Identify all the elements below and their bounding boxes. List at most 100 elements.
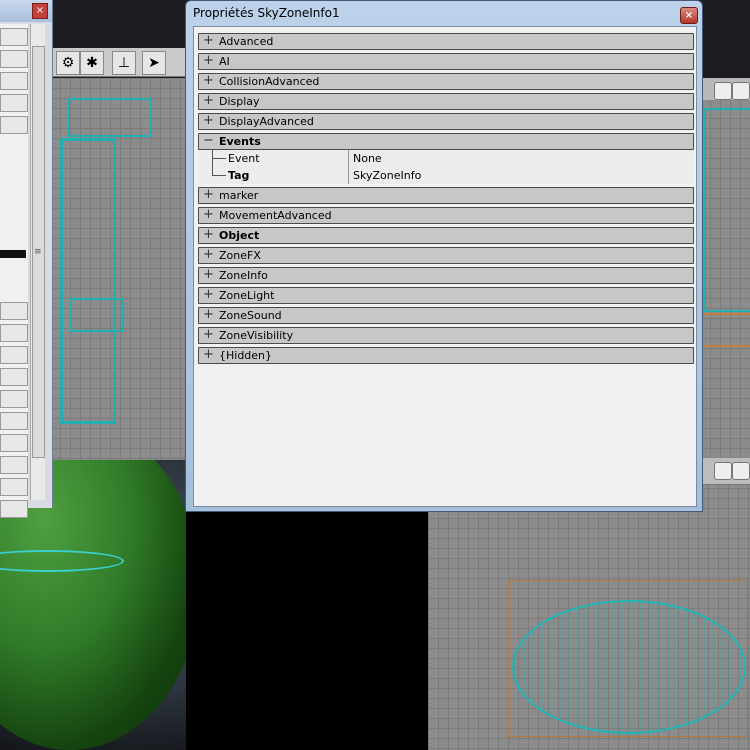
expand-icon[interactable]: + <box>203 54 214 67</box>
side-viewport[interactable] <box>700 78 750 458</box>
list-item[interactable] <box>0 302 28 320</box>
left-panel-scrollbar[interactable]: ≡ <box>30 24 45 500</box>
expand-icon[interactable]: + <box>203 328 214 341</box>
expand-icon[interactable]: + <box>203 208 214 221</box>
properties-window: Propriétés SkyZoneInfo1 × + Advanced + AI + C… <box>185 0 703 512</box>
tree-line <box>212 175 226 176</box>
wireframe-structure <box>700 313 750 347</box>
list-item[interactable] <box>0 368 28 386</box>
property-value[interactable]: None <box>348 150 382 167</box>
expand-icon[interactable]: + <box>203 248 214 261</box>
property-row[interactable]: Event None <box>198 150 694 167</box>
property-category-label: {Hidden} <box>219 349 273 362</box>
property-value[interactable]: SkyZoneInfo <box>348 167 421 184</box>
left-tool-panel: × ≡ <box>0 0 53 518</box>
view-cube-icon[interactable] <box>714 462 732 480</box>
list-item[interactable] <box>0 390 28 408</box>
property-category-zonefx[interactable]: + ZoneFX <box>198 247 694 264</box>
property-category-label: Display <box>219 95 260 108</box>
list-item[interactable] <box>0 478 28 496</box>
property-category-label: ZoneLight <box>219 289 275 302</box>
property-category-label: Object <box>219 229 260 242</box>
property-category-collisionadvanced[interactable]: + CollisionAdvanced <box>198 73 694 90</box>
property-category-label: ZoneSound <box>219 309 282 322</box>
joystick-icon[interactable]: ⊥ <box>112 51 136 75</box>
separator-bar <box>0 250 26 258</box>
property-list: + Advanced + AI + CollisionAdvanced + Display + D… <box>198 30 694 364</box>
expand-icon[interactable]: + <box>203 34 214 47</box>
list-item[interactable] <box>0 116 28 134</box>
property-category-object[interactable]: + Object <box>198 227 694 244</box>
property-category-marker[interactable]: + marker <box>198 187 694 204</box>
sliders-icon[interactable]: ⚙ <box>56 51 80 75</box>
property-category-events[interactable]: − Events <box>198 133 694 150</box>
list-item[interactable] <box>0 324 28 342</box>
property-category-label: Events <box>219 135 261 148</box>
expand-icon[interactable]: + <box>203 94 214 107</box>
viewport-empty-area <box>186 510 428 750</box>
property-name: Tag <box>228 169 250 182</box>
list-item[interactable] <box>0 28 28 46</box>
grip-icon: ≡ <box>34 247 42 257</box>
property-category-label: ZoneInfo <box>219 269 268 282</box>
select-arrow-icon[interactable]: ➤ <box>142 51 166 75</box>
scrollbar-thumb[interactable]: ≡ <box>32 46 45 458</box>
property-category-label: MovementAdvanced <box>219 209 332 222</box>
property-category-zonelight[interactable]: + ZoneLight <box>198 287 694 304</box>
viewport-toolbar: ⚙ ✱ ⊥ ➤ <box>50 48 186 77</box>
property-category-zonevisibility[interactable]: + ZoneVisibility <box>198 327 694 344</box>
expand-icon[interactable]: + <box>203 268 214 281</box>
property-category-hidden[interactable]: + {Hidden} <box>198 347 694 364</box>
expand-icon[interactable]: + <box>203 308 214 321</box>
property-category-movementadvanced[interactable]: + MovementAdvanced <box>198 207 694 224</box>
property-name: Event <box>228 152 260 165</box>
property-category-display[interactable]: + Display <box>198 93 694 110</box>
property-category-zoneinfo[interactable]: + ZoneInfo <box>198 267 694 284</box>
property-category-label: marker <box>219 189 259 202</box>
list-item[interactable] <box>0 50 28 68</box>
list-item[interactable] <box>0 456 28 474</box>
left-panel-list <box>0 24 28 518</box>
wireframe-structure <box>60 138 116 424</box>
property-grid: + Advanced + AI + CollisionAdvanced + Display + D… <box>193 26 697 507</box>
property-category-zonesound[interactable]: + ZoneSound <box>198 307 694 324</box>
wireframe-ship <box>512 600 746 734</box>
list-item[interactable] <box>0 94 28 112</box>
expand-icon[interactable]: + <box>203 288 214 301</box>
expand-icon[interactable]: + <box>203 74 214 87</box>
expand-icon[interactable]: + <box>203 188 214 201</box>
list-item[interactable] <box>0 412 28 430</box>
property-category-label: ZoneFX <box>219 249 261 262</box>
property-category-ai[interactable]: + AI <box>198 53 694 70</box>
list-item[interactable] <box>0 346 28 364</box>
property-row[interactable]: Tag SkyZoneInfo <box>198 167 694 184</box>
left-panel-close-button[interactable]: × <box>32 3 48 19</box>
lightbulb-icon[interactable]: ✱ <box>80 51 104 75</box>
wireframe-structure <box>68 98 152 137</box>
expand-icon[interactable]: + <box>203 114 214 127</box>
wireframe-structure <box>704 108 750 312</box>
property-category-advanced[interactable]: + Advanced <box>198 33 694 50</box>
view-cube-icon[interactable] <box>714 82 732 100</box>
list-item[interactable] <box>0 500 28 518</box>
view-cube-icon[interactable] <box>732 82 750 100</box>
property-category-label: CollisionAdvanced <box>219 75 320 88</box>
view-cube-icon[interactable] <box>732 462 750 480</box>
collapse-icon[interactable]: − <box>203 134 214 147</box>
property-category-label: AI <box>219 55 230 68</box>
side-viewport-toolbar <box>700 78 750 100</box>
property-category-label: ZoneVisibility <box>219 329 294 342</box>
tree-line <box>212 158 226 159</box>
list-item[interactable] <box>0 434 28 452</box>
top-viewport[interactable] <box>50 78 186 460</box>
list-item[interactable] <box>0 72 28 90</box>
expand-icon[interactable]: + <box>203 228 214 241</box>
window-close-button[interactable]: × <box>680 7 698 24</box>
property-category-label: Advanced <box>219 35 274 48</box>
expand-icon[interactable]: + <box>203 348 214 361</box>
left-panel-titlebar[interactable]: × <box>0 0 52 22</box>
window-title: Propriétés SkyZoneInfo1 <box>193 6 340 20</box>
property-category-displayadvanced[interactable]: + DisplayAdvanced <box>198 113 694 130</box>
